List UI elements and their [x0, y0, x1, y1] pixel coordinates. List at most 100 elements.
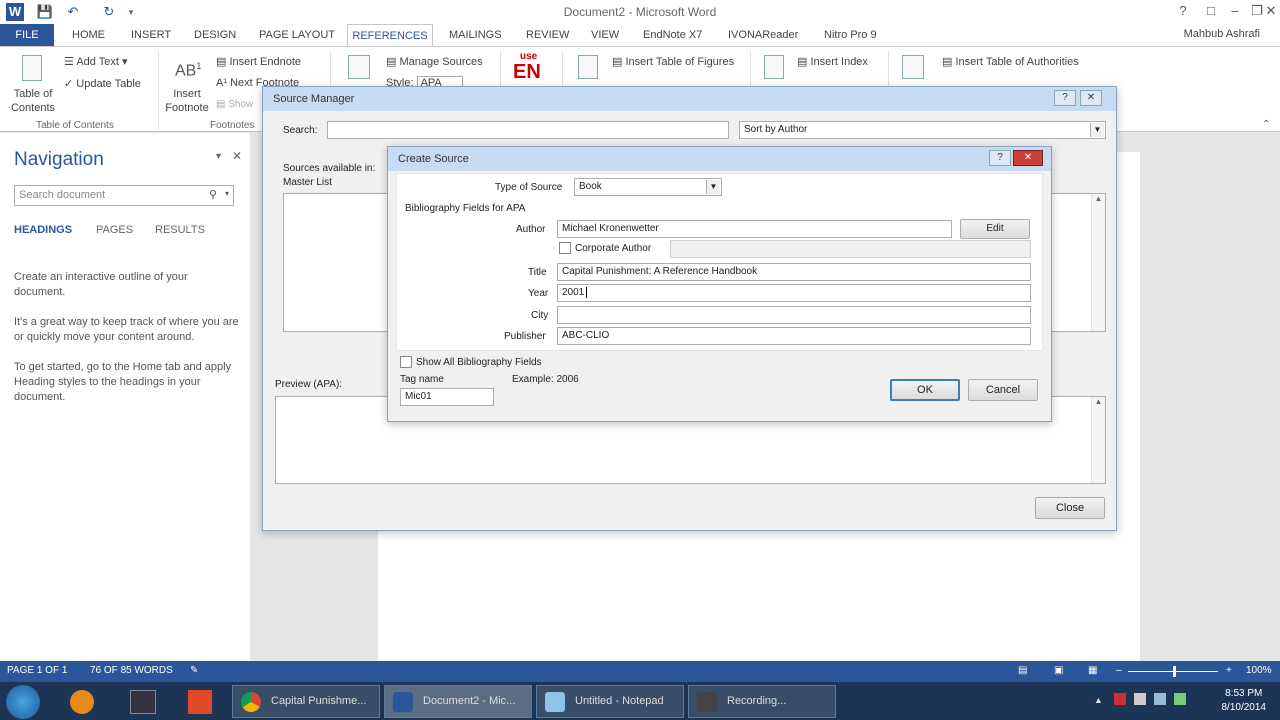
year-input[interactable]: 2001: [557, 284, 1031, 302]
taskbar-item-label: Recording...: [727, 695, 787, 707]
ribbon-tabs: FILE HOME INSERT DESIGN PAGE LAYOUT REFE…: [0, 24, 1280, 46]
create-source-titlebar: Create Source ? ✕: [388, 147, 1051, 171]
tab-home[interactable]: HOME: [72, 24, 105, 46]
taskbar-item-recording[interactable]: Recording...: [688, 685, 836, 718]
close-icon[interactable]: ✕: [1080, 90, 1102, 106]
cancel-button[interactable]: Cancel: [968, 379, 1038, 401]
tray-expand-icon[interactable]: ▲: [1094, 695, 1103, 705]
collapse-ribbon-icon[interactable]: ⌃: [1262, 119, 1270, 130]
city-input[interactable]: [557, 306, 1031, 324]
zoom-in-icon[interactable]: +: [1226, 665, 1232, 676]
insert-footnote-button[interactable]: Insert Footnote: [163, 87, 211, 115]
type-of-source-select[interactable]: Book ▼: [574, 178, 722, 196]
search-dropdown-icon[interactable]: ▾: [225, 189, 229, 198]
clock[interactable]: 8:53 PM 8/10/2014: [1222, 687, 1267, 715]
publisher-label: Publisher: [504, 331, 546, 342]
sort-value: Sort by Author: [744, 124, 808, 135]
scrollbar[interactable]: ▲: [1091, 397, 1105, 483]
tab-mailings[interactable]: MAILINGS: [449, 24, 502, 46]
tab-insert[interactable]: INSERT: [131, 24, 171, 46]
corporate-author-input[interactable]: [670, 240, 1031, 258]
read-mode-icon[interactable]: ▤: [1018, 665, 1027, 676]
title-bar: W 💾 ↶ ↻ ▾ Document2 - Microsoft Word ? □…: [0, 0, 1280, 24]
insert-endnote-button[interactable]: ▤ Insert Endnote: [216, 55, 301, 68]
video-app-icon[interactable]: [130, 690, 156, 714]
insert-table-of-figures-label: Insert Table of Figures: [625, 56, 735, 68]
nav-close-icon[interactable]: ✕: [232, 149, 242, 163]
taskbar: Capital Punishme... Document2 - Mic... U…: [0, 682, 1280, 720]
endnote-logo-icon[interactable]: EN: [513, 61, 541, 84]
tab-nitro[interactable]: Nitro Pro 9: [824, 24, 877, 46]
show-all-fields-checkbox[interactable]: [400, 356, 412, 368]
ribbon-display-icon[interactable]: □: [1198, 2, 1224, 20]
media-player-icon[interactable]: [70, 690, 94, 714]
print-layout-icon[interactable]: ▣: [1054, 665, 1063, 676]
search-document-input[interactable]: Search document ⚲ ▾: [14, 185, 234, 206]
search-icon[interactable]: ⚲: [209, 188, 217, 201]
tray-power-icon[interactable]: [1174, 693, 1186, 705]
taskbar-item-notepad[interactable]: Untitled - Notepad: [536, 685, 684, 718]
sort-select[interactable]: Sort by Author ▼: [739, 121, 1106, 139]
zoom-slider-thumb[interactable]: [1173, 666, 1176, 677]
scrollbar[interactable]: ▲: [1091, 194, 1105, 331]
tab-design[interactable]: DESIGN: [194, 24, 236, 46]
nav-tab-headings[interactable]: HEADINGS: [14, 224, 72, 236]
table-of-contents-button[interactable]: Table of Contents: [6, 87, 60, 115]
help-icon[interactable]: ?: [1170, 2, 1196, 20]
help-icon[interactable]: ?: [1054, 90, 1076, 106]
tray-network-icon[interactable]: [1134, 693, 1146, 705]
tab-references[interactable]: REFERENCES: [347, 24, 433, 46]
nav-tab-pages[interactable]: PAGES: [96, 224, 133, 236]
tab-view[interactable]: VIEW: [591, 24, 619, 46]
clock-time: 8:53 PM: [1225, 688, 1263, 699]
tab-file[interactable]: FILE: [0, 24, 54, 46]
word-count[interactable]: 76 OF 85 WORDS: [90, 665, 173, 676]
show-notes-icon: ▤: [216, 99, 229, 110]
start-button[interactable]: [6, 685, 40, 719]
close-window-button[interactable]: ✕: [1258, 2, 1280, 20]
mark-entry-icon: [764, 55, 784, 79]
help-icon[interactable]: ?: [989, 150, 1011, 166]
nav-options-icon[interactable]: ▾: [216, 151, 221, 162]
tab-review[interactable]: REVIEW: [526, 24, 569, 46]
search-placeholder: Search document: [19, 189, 106, 201]
publisher-input[interactable]: ABC-CLIO: [557, 327, 1031, 345]
insert-toa-button[interactable]: ▤ Insert Table of Authorities: [942, 55, 1079, 68]
nav-tab-results[interactable]: RESULTS: [155, 224, 205, 236]
apps-grid-icon[interactable]: [188, 690, 212, 714]
tray-volume-icon[interactable]: [1154, 693, 1166, 705]
web-layout-icon[interactable]: ▦: [1088, 665, 1097, 676]
tab-endnote[interactable]: EndNote X7: [643, 24, 702, 46]
window-title: Document2 - Microsoft Word: [563, 5, 717, 19]
tab-page-layout[interactable]: PAGE LAYOUT: [259, 24, 335, 46]
update-table-button[interactable]: ✓ Update Table: [64, 77, 141, 90]
zoom-level[interactable]: 100%: [1246, 665, 1272, 676]
manage-sources-button[interactable]: ▤ Manage Sources: [386, 55, 483, 68]
page-count[interactable]: PAGE 1 OF 1: [7, 665, 67, 676]
user-name[interactable]: Mahbub Ashrafi: [1184, 28, 1260, 40]
master-list-box[interactable]: [283, 193, 393, 332]
insert-endnote-label: Insert Endnote: [229, 56, 302, 68]
author-input[interactable]: Michael Kronenwetter: [557, 220, 952, 238]
taskbar-item-word[interactable]: Document2 - Mic...: [384, 685, 532, 718]
source-search-input[interactable]: [327, 121, 729, 139]
insert-index-button[interactable]: ▤ Insert Index: [797, 55, 868, 68]
edit-author-button[interactable]: Edit: [960, 219, 1030, 239]
ok-button[interactable]: OK: [890, 379, 960, 401]
insert-table-of-figures-button[interactable]: ▤ Insert Table of Figures: [612, 55, 734, 68]
endnote-icon: ▤: [216, 56, 230, 68]
show-notes-button[interactable]: ▤ Show: [216, 99, 253, 110]
chevron-down-icon[interactable]: ▼: [706, 180, 720, 194]
close-icon[interactable]: ✕: [1013, 150, 1043, 166]
zoom-out-icon[interactable]: –: [1116, 665, 1122, 676]
chevron-down-icon[interactable]: ▼: [1090, 123, 1104, 137]
add-text-button[interactable]: ☰ Add Text ▾: [64, 55, 128, 68]
close-button[interactable]: Close: [1035, 497, 1105, 519]
taskbar-item-chrome[interactable]: Capital Punishme...: [232, 685, 380, 718]
title-input[interactable]: Capital Punishment: A Reference Handbook: [557, 263, 1031, 281]
tab-ivonareader[interactable]: IVONAReader: [728, 24, 798, 46]
tag-name-input[interactable]: Mic01: [400, 388, 494, 406]
tray-app-icon[interactable]: [1114, 693, 1126, 705]
proofing-icon[interactable]: ✎: [190, 665, 198, 676]
corporate-author-checkbox[interactable]: [559, 242, 571, 254]
